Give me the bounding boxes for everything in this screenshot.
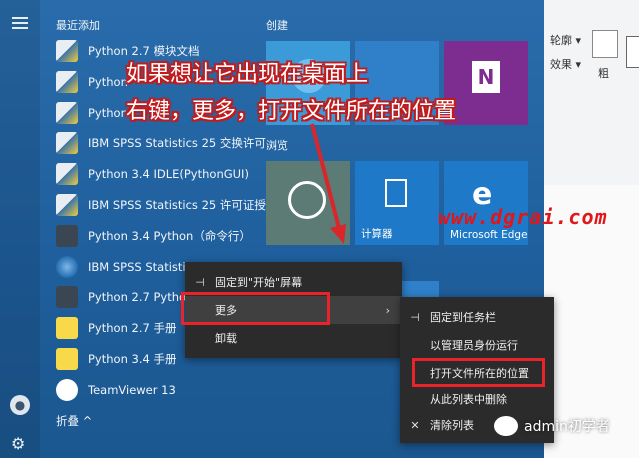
app-list-item[interactable]: Python 3.4 IDLE(PythonGUI) <box>56 161 256 187</box>
app-list-item-label: TeamViewer 13 <box>88 382 176 397</box>
more-highlight-box <box>181 292 330 325</box>
tile-calculator-label: 计算器 <box>361 228 393 240</box>
app-list-item-label: IBM SPSS Statistics 25 交换许可... <box>88 136 277 151</box>
app-list-item-label: Python 3.4 IDLE(PythonGUI) <box>88 167 249 182</box>
tile-edge-label: Microsoft Edge <box>450 229 528 241</box>
chevron-right-icon: › <box>385 303 390 317</box>
office-ribbon: 轮廓 ▾ 效果 ▾ 粗 <box>544 0 639 185</box>
annotation-line-2: 右键，更多，打开文件所在的位置 <box>126 99 457 124</box>
submenu-pin-taskbar[interactable]: ⊣ 固定到任务栏 <box>400 303 554 331</box>
app-list-item-label: Python 3.4 Python（命令行） <box>88 228 251 243</box>
annotation-arrow <box>310 123 346 244</box>
python-idle-icon <box>56 163 78 186</box>
spss-icon <box>56 255 78 278</box>
python-icon <box>56 101 78 124</box>
bold-label[interactable]: 粗 <box>598 65 609 81</box>
python-console-icon <box>56 224 78 247</box>
app-list-item[interactable]: IBM SPSS Statistics 25 许可证授... <box>56 192 277 218</box>
settings-gear-icon[interactable]: ⚙ <box>11 434 25 453</box>
app-list-item-label: Python 2.7 Python <box>88 290 194 305</box>
style-box-icon[interactable] <box>626 36 639 68</box>
help-icon <box>56 317 78 340</box>
watermark-text: www.dgrai.com <box>438 205 608 229</box>
app-list-item-label: Python 2.7 手册 <box>88 321 177 336</box>
python-doc-icon <box>56 40 78 62</box>
submenu-remove-list-label: 从此列表中删除 <box>430 393 507 406</box>
tile-edge[interactable]: e Microsoft Edge <box>444 161 528 245</box>
submenu-run-admin[interactable]: 以管理员身份运行 <box>400 331 554 359</box>
open-location-highlight-box <box>412 358 545 387</box>
onenote-icon: N <box>472 61 500 93</box>
spss-license-icon <box>56 194 78 216</box>
tile-calculator[interactable]: 计算器 <box>355 161 439 245</box>
app-list-item-label: IBM SPSS Statistics 25 许可证授... <box>88 198 277 212</box>
python-console-icon <box>56 286 78 309</box>
menu-pin-start-label: 固定到"开始"屏幕 <box>215 276 303 289</box>
menu-uninstall[interactable]: 卸载 <box>185 324 402 352</box>
spss-icon <box>56 132 78 155</box>
submenu-clear-list-label: 清除列表 <box>430 419 474 432</box>
wechat-caption-text: admin初学者 <box>524 419 610 435</box>
outline-dropdown[interactable]: 轮廓 ▾ <box>550 32 581 48</box>
hamburger-icon[interactable] <box>12 17 28 29</box>
tile-onenote[interactable]: N <box>444 41 528 125</box>
app-list-item-label: Python <box>88 74 128 89</box>
user-avatar-icon[interactable]: ● <box>10 395 30 415</box>
app-list-item[interactable]: IBM SPSS Statistics 25 交换许可... <box>56 130 277 156</box>
collapse-button[interactable]: 折叠 ^ <box>56 413 92 429</box>
wechat-icon <box>494 416 518 436</box>
calculator-icon <box>385 179 407 207</box>
recent-section-label: 最近添加 <box>56 19 100 32</box>
app-list-item-label: Python 2.7 模块文档 <box>88 44 200 58</box>
teamviewer-icon <box>56 378 78 401</box>
submenu-run-admin-label: 以管理员身份运行 <box>430 339 518 352</box>
close-icon: ✕ <box>410 418 420 432</box>
app-list-item-label: Python 3.4 手册 <box>88 352 177 366</box>
python-icon <box>56 70 78 93</box>
pin-icon: ⊣ <box>195 275 205 289</box>
app-list-item-label: Python <box>88 105 128 120</box>
help-icon <box>56 348 78 370</box>
annotation-line-1: 如果想让它出现在桌面上 <box>126 62 369 87</box>
menu-uninstall-label: 卸载 <box>215 332 237 345</box>
effects-dropdown[interactable]: 效果 ▾ <box>550 56 581 72</box>
create-section-label: 创建 <box>266 19 288 32</box>
style-swatch-icon[interactable] <box>592 30 618 58</box>
wechat-caption: admin初学者 <box>494 416 610 436</box>
app-list-item[interactable]: Python 3.4 Python（命令行） <box>56 223 256 249</box>
app-list-item[interactable]: TeamViewer 13 <box>56 377 256 403</box>
pin-icon: ⊣ <box>410 310 420 324</box>
start-rail: ● ⚙ <box>0 0 40 458</box>
submenu-pin-taskbar-label: 固定到任务栏 <box>430 311 496 324</box>
submenu-remove-list[interactable]: 从此列表中删除 <box>400 385 554 413</box>
app-list-item-label: IBM SPSS Statistics <box>88 259 198 274</box>
